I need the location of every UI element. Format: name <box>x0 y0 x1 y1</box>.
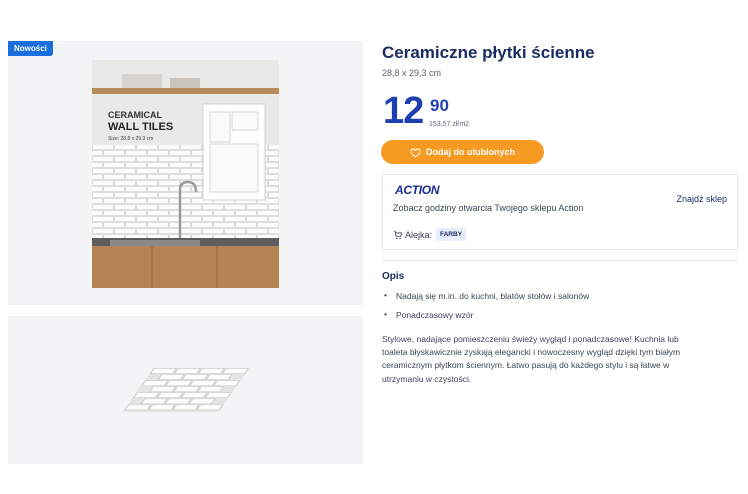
add-to-favorites-button[interactable]: Dodaj do ulubionych <box>381 140 544 164</box>
product-gallery-thumbnail[interactable] <box>8 316 363 464</box>
product-size: 28,8 x 29,3 cm <box>382 68 442 78</box>
aisle-label: Alejka: <box>405 230 433 240</box>
description-bullets: Nadają się m.in. do kuchni, blatów stołó… <box>384 290 589 329</box>
description-text: Stylowe, nadające pomieszczeniu świeży w… <box>382 334 681 384</box>
favorites-label: Dodaj do ulubionych <box>426 147 515 157</box>
description-heading: Opis <box>382 271 405 282</box>
product-gallery-main[interactable]: Nowości CERAMICAL WALL TILES Size: 28.8 … <box>8 41 363 305</box>
cart-icon <box>393 230 403 240</box>
tile-sheet-image <box>122 367 250 413</box>
product-photo: CERAMICAL WALL TILES Size: 28.8 x 29.3 c… <box>92 60 279 288</box>
list-item: Ponadczasowy wzór <box>384 309 589 320</box>
aisle-tag: FARBY <box>436 228 467 241</box>
price-integer: 12 <box>383 90 424 132</box>
action-logo: ACTION <box>395 183 440 197</box>
divider <box>382 260 738 261</box>
list-item: Nadają się m.in. do kuchni, blatów stołó… <box>384 290 589 301</box>
new-badge: Nowości <box>8 41 53 56</box>
product-title: Ceramiczne płytki ścienne <box>382 43 595 62</box>
store-info-card: ACTION Zobacz godziny otwarcia Twojego s… <box>382 174 738 250</box>
unit-price: 153,57 zł/m2 <box>429 121 470 128</box>
price-decimal: 90 <box>430 96 449 115</box>
store-hours-text: Zobacz godziny otwarcia Twojego sklepu A… <box>393 203 584 213</box>
photo-brand-text: CERAMICAL <box>108 110 162 120</box>
photo-size-text: Size: 28.8 x 29.3 cm <box>108 136 153 142</box>
heart-icon <box>410 148 421 157</box>
photo-product-text: WALL TILES <box>108 121 173 133</box>
find-store-link[interactable]: Znajdź sklep <box>676 194 727 204</box>
kitchen-tile-illustration: CERAMICAL WALL TILES Size: 28.8 x 29.3 c… <box>92 60 279 288</box>
